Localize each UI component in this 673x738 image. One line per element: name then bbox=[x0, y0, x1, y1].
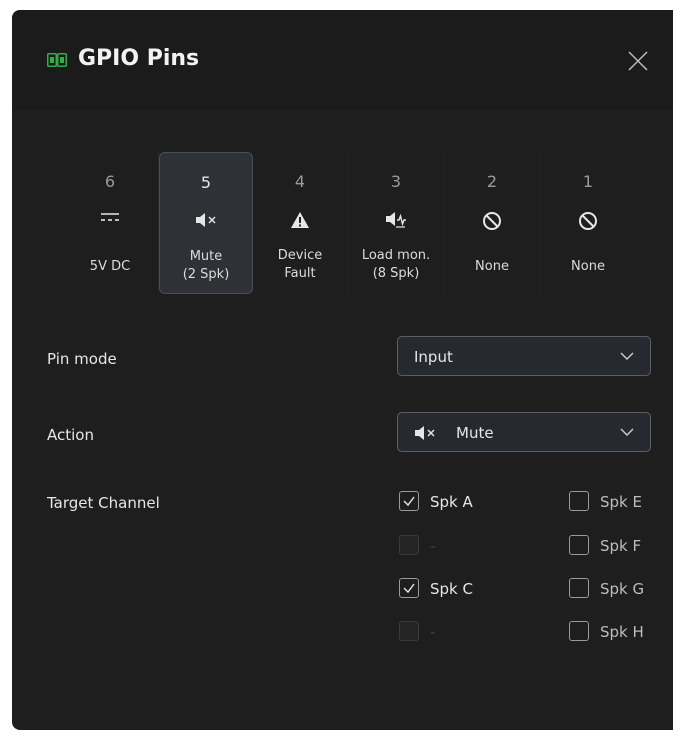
gpio-connector-icon bbox=[47, 53, 67, 67]
pin-number: 3 bbox=[390, 172, 402, 191]
title-bar: GPIO Pins bbox=[12, 10, 673, 110]
chevron-down-icon bbox=[620, 352, 634, 360]
pin-4[interactable]: 4 Device Fault bbox=[254, 152, 346, 292]
action-select[interactable]: Mute bbox=[397, 412, 651, 452]
checkbox-spk-g[interactable] bbox=[569, 578, 589, 598]
pin-number: 6 bbox=[104, 172, 116, 191]
pin-mode-value: Input bbox=[414, 348, 453, 366]
checkbox-disabled bbox=[399, 535, 419, 555]
pin-label: None bbox=[571, 259, 605, 274]
pin-mode-select[interactable]: Input bbox=[397, 336, 651, 376]
pin-5[interactable]: 5 Mute (2 Spk) bbox=[159, 152, 253, 294]
gpio-dialog: GPIO Pins 6 5V DC 5 Mute (2 Spk) 4 Devic… bbox=[12, 10, 673, 730]
checkbox-label: - bbox=[430, 623, 436, 641]
checkbox-spk-a[interactable] bbox=[399, 491, 419, 511]
speaker-monitor-icon bbox=[350, 211, 442, 231]
pin-6[interactable]: 6 5V DC bbox=[64, 152, 156, 292]
pin-label: Device Fault bbox=[254, 247, 346, 283]
pin-label-line2: (2 Spk) bbox=[182, 267, 230, 282]
checkbox-label: Spk A bbox=[430, 493, 473, 511]
pin-label-line2: (8 Spk) bbox=[372, 266, 420, 281]
none-icon bbox=[446, 211, 538, 231]
pin-mode-label: Pin mode bbox=[47, 350, 117, 368]
pin-divider bbox=[540, 152, 541, 292]
pin-1[interactable]: 1 None bbox=[542, 152, 634, 292]
checkbox-spk-h[interactable] bbox=[569, 621, 589, 641]
target-channel-label: Target Channel bbox=[47, 494, 160, 512]
checkbox-spk-f[interactable] bbox=[569, 535, 589, 555]
pin-label: Load mon. (8 Spk) bbox=[350, 247, 442, 283]
pin-number: 1 bbox=[582, 172, 594, 191]
pin-label: 5V DC bbox=[89, 259, 131, 274]
action-value: Mute bbox=[456, 424, 494, 442]
pin-label-line1: Load mon. bbox=[361, 248, 431, 263]
checkbox-label: Spk E bbox=[600, 493, 642, 511]
checkbox-spk-e[interactable] bbox=[569, 491, 589, 511]
action-label: Action bbox=[47, 426, 94, 444]
speaker-mute-icon bbox=[160, 212, 252, 232]
pin-3[interactable]: 3 Load mon. (8 Spk) bbox=[350, 152, 442, 292]
pin-number: 5 bbox=[200, 173, 212, 192]
pin-number: 2 bbox=[486, 172, 498, 191]
speaker-mute-icon bbox=[415, 426, 435, 440]
checkbox-spk-c[interactable] bbox=[399, 578, 419, 598]
chevron-down-icon bbox=[620, 428, 634, 436]
pin-label: Mute (2 Spk) bbox=[160, 248, 252, 284]
pin-label-line1: Mute bbox=[189, 249, 223, 264]
dc-power-icon bbox=[64, 211, 156, 231]
pin-2[interactable]: 2 None bbox=[446, 152, 538, 292]
pin-label: None bbox=[475, 259, 509, 274]
dialog-title: GPIO Pins bbox=[78, 46, 200, 71]
close-icon[interactable] bbox=[624, 48, 650, 74]
checkbox-label: Spk F bbox=[600, 537, 642, 555]
pin-label-line2: Fault bbox=[284, 266, 316, 281]
checkbox-disabled bbox=[399, 621, 419, 641]
none-icon bbox=[542, 211, 634, 231]
checkbox-label: Spk G bbox=[600, 580, 645, 598]
pin-number: 4 bbox=[294, 172, 306, 191]
pin-divider bbox=[348, 152, 349, 292]
pin-divider bbox=[444, 152, 445, 292]
checkbox-label: Spk H bbox=[600, 623, 644, 641]
pin-label-line1: Device bbox=[277, 248, 323, 263]
checkbox-label: - bbox=[430, 537, 436, 555]
checkbox-label: Spk C bbox=[430, 580, 473, 598]
warning-icon bbox=[254, 211, 346, 231]
